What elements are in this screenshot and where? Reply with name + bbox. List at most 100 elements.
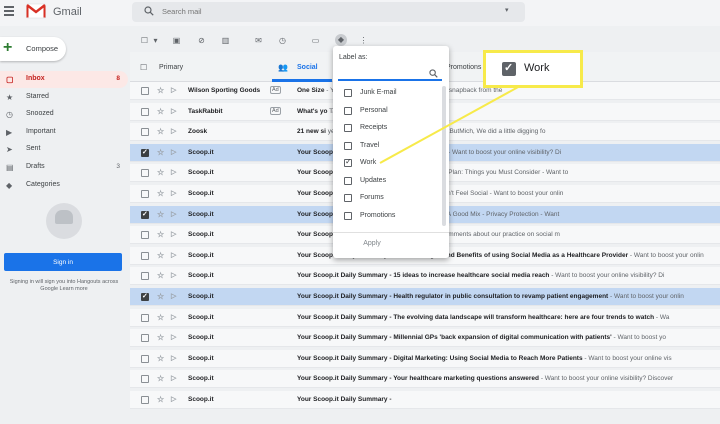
apply-button[interactable]: Apply: [352, 236, 392, 250]
label-checkbox[interactable]: [344, 211, 352, 220]
label-option-junk-e-mail[interactable]: Junk E-mail: [344, 86, 440, 100]
star-icon[interactable]: ☆: [157, 127, 164, 136]
tab-primary[interactable]: ☐ Primary: [130, 52, 270, 82]
important-marker-icon[interactable]: ▷: [171, 395, 176, 404]
label-checkbox[interactable]: [344, 194, 352, 202]
row-checkbox[interactable]: [141, 128, 149, 137]
search-options-caret-icon[interactable]: ▾: [505, 6, 509, 14]
label-option-forums[interactable]: Forums: [344, 191, 440, 205]
star-icon[interactable]: ☆: [157, 210, 164, 219]
row-checkbox[interactable]: [141, 272, 149, 281]
star-icon[interactable]: ☆: [157, 292, 164, 301]
row-checkbox[interactable]: [141, 334, 149, 343]
important-marker-icon[interactable]: ▷: [171, 168, 176, 177]
delete-icon[interactable]: ▥: [221, 36, 230, 45]
star-icon[interactable]: ☆: [157, 230, 164, 239]
sidebar-item-drafts[interactable]: ▤ Drafts 3: [0, 159, 128, 176]
search-icon[interactable]: [144, 6, 154, 16]
row-checkbox[interactable]: [141, 210, 149, 219]
row-checkbox[interactable]: [141, 292, 149, 301]
label-checkbox[interactable]: [344, 157, 352, 167]
label-option-travel[interactable]: Travel: [344, 139, 440, 153]
important-marker-icon[interactable]: ▷: [171, 292, 176, 301]
select-all-checkbox-icon[interactable]: ☐: [140, 36, 149, 45]
row-checkbox[interactable]: [141, 251, 149, 260]
email-row[interactable]: ☆ ▷ Scoop.it Your Scoop.it Daily Summary - …: [130, 288, 720, 306]
email-row[interactable]: ☆ ▷ Scoop.it Your Scoop.it Daily Summary - …: [130, 329, 720, 348]
important-marker-icon[interactable]: ▷: [171, 230, 176, 239]
archive-icon[interactable]: ▣: [172, 36, 181, 45]
star-icon[interactable]: ☆: [157, 395, 164, 404]
label-checkbox[interactable]: [344, 124, 352, 132]
sidebar-item-categories[interactable]: ◆ Categories: [0, 177, 128, 194]
label-option-receipts[interactable]: Receipts: [344, 121, 440, 135]
label-option-personal[interactable]: Personal: [344, 104, 440, 118]
star-icon[interactable]: ☆: [157, 354, 164, 363]
more-options-icon[interactable]: ⋮: [359, 36, 368, 45]
row-checkbox[interactable]: [141, 148, 149, 157]
row-checkbox[interactable]: [141, 396, 149, 404]
email-row[interactable]: ☆ ▷ Scoop.it Your Scoop.it Daily Summary - …: [130, 370, 720, 389]
star-icon[interactable]: ☆: [157, 107, 164, 116]
row-checkbox[interactable]: [141, 354, 149, 363]
email-row[interactable]: ☆ ▷ Scoop.it Your Scoop.it Daily Summary - …: [130, 308, 720, 327]
important-marker-icon[interactable]: ▷: [171, 354, 176, 363]
star-icon[interactable]: ☆: [157, 333, 164, 342]
important-marker-icon[interactable]: ▷: [171, 374, 176, 383]
row-checkbox[interactable]: [141, 87, 149, 95]
email-row[interactable]: ☆ ▷ Scoop.it Your Scoop.it Daily Summary - …: [130, 267, 720, 286]
important-marker-icon[interactable]: ▷: [171, 271, 176, 280]
label-search-input[interactable]: [338, 67, 442, 81]
star-icon[interactable]: ☆: [157, 271, 164, 280]
star-icon[interactable]: ☆: [157, 86, 164, 95]
sidebar-item-snoozed[interactable]: ◷ Snoozed: [0, 106, 128, 123]
email-row[interactable]: ☆ ▷ Scoop.it Your Scoop.it Daily Summary -: [130, 391, 720, 409]
sidebar-item-starred[interactable]: ★ Starred: [0, 89, 128, 106]
label-checkbox[interactable]: [344, 106, 352, 115]
label-checkbox[interactable]: [344, 89, 352, 97]
label-checkbox[interactable]: [344, 141, 352, 150]
star-icon[interactable]: ☆: [157, 189, 164, 198]
row-checkbox[interactable]: [141, 107, 149, 116]
snooze-icon[interactable]: ◷: [278, 36, 287, 45]
main-menu-icon[interactable]: [4, 6, 14, 16]
important-marker-icon[interactable]: ▷: [171, 210, 176, 219]
label-option-updates[interactable]: Updates: [344, 174, 440, 188]
sidebar-item-inbox[interactable]: ▢ Inbox 8: [0, 71, 128, 88]
label-menu-scrollbar[interactable]: [442, 86, 446, 226]
star-icon[interactable]: ☆: [157, 148, 164, 157]
important-marker-icon[interactable]: ▷: [171, 333, 176, 342]
star-icon[interactable]: ☆: [157, 251, 164, 260]
search-input[interactable]: [162, 5, 462, 17]
row-checkbox[interactable]: [141, 190, 149, 198]
row-checkbox[interactable]: [141, 231, 149, 240]
star-icon[interactable]: ☆: [157, 168, 164, 177]
tab-social[interactable]: 👥 Social: [272, 52, 332, 82]
gmail-logo-icon[interactable]: [26, 3, 46, 19]
important-marker-icon[interactable]: ▷: [171, 189, 176, 198]
email-row[interactable]: ☆ ▷ Scoop.it Your Scoop.it Daily Summary - …: [130, 349, 720, 368]
sidebar-item-sent[interactable]: ➤ Sent: [0, 141, 128, 158]
row-checkbox[interactable]: [141, 375, 149, 384]
important-marker-icon[interactable]: ▷: [171, 313, 176, 322]
sidebar-item-important[interactable]: ▶ Important: [0, 124, 128, 141]
compose-button[interactable]: + Compose: [0, 37, 66, 61]
move-to-icon[interactable]: ▭: [311, 36, 320, 45]
star-icon[interactable]: ☆: [157, 313, 164, 322]
important-marker-icon[interactable]: ▷: [171, 127, 176, 136]
row-checkbox[interactable]: [141, 169, 149, 178]
important-marker-icon[interactable]: ▷: [171, 86, 176, 95]
report-spam-icon[interactable]: ⊘: [197, 36, 206, 45]
select-dropdown-caret-icon[interactable]: ▾: [151, 36, 160, 45]
label-option-work[interactable]: Work: [344, 156, 440, 170]
labels-icon[interactable]: ◆: [335, 34, 347, 46]
label-checkbox[interactable]: [344, 176, 352, 185]
row-checkbox[interactable]: [141, 313, 149, 322]
important-marker-icon[interactable]: ▷: [171, 148, 176, 157]
sign-in-button[interactable]: Sign in: [4, 253, 122, 271]
mark-as-read-icon[interactable]: ✉: [254, 36, 263, 45]
search-icon[interactable]: [429, 69, 438, 78]
label-option-promotions[interactable]: Promotions: [344, 209, 440, 223]
star-icon[interactable]: ☆: [157, 374, 164, 383]
important-marker-icon[interactable]: ▷: [171, 251, 176, 260]
